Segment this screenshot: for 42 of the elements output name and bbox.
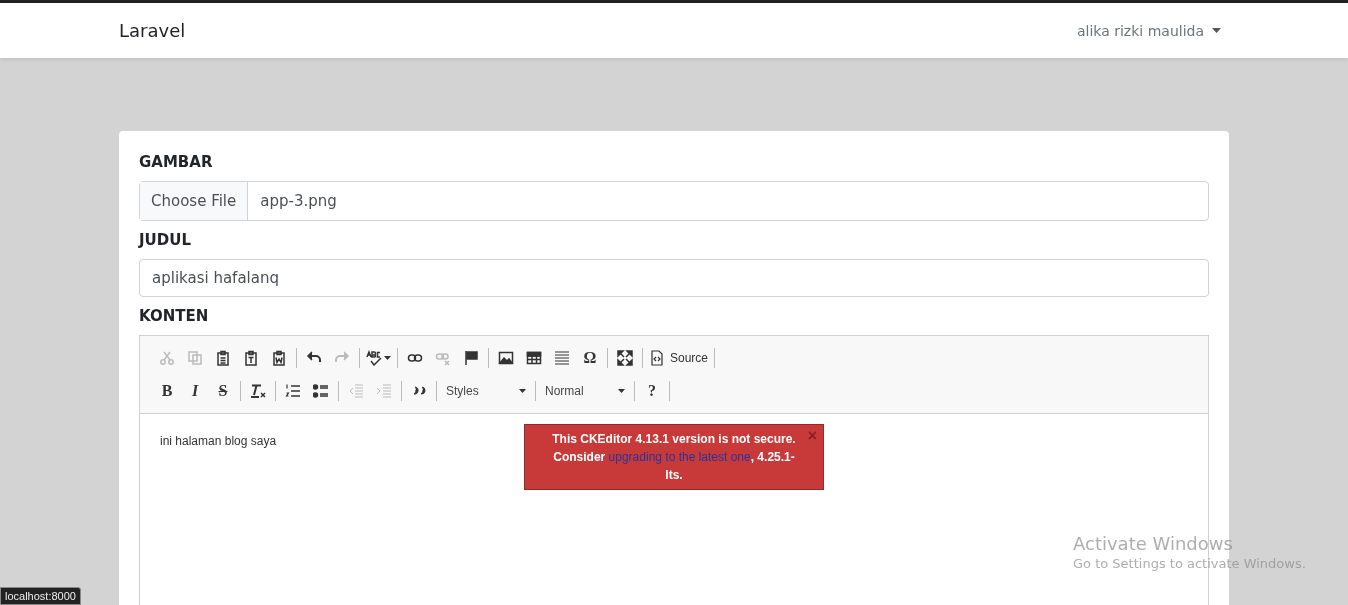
toolbar-button[interactable]: B bbox=[153, 378, 181, 403]
maximize-icon bbox=[617, 349, 633, 366]
toolbar-button[interactable]: Ω bbox=[576, 345, 604, 370]
style-dropdown[interactable]: Styles bbox=[440, 383, 532, 398]
title-input[interactable]: aplikasi hafalanq bbox=[139, 259, 1209, 297]
file-name: app-3.png bbox=[259, 191, 338, 212]
horizontal-line-icon bbox=[554, 349, 570, 366]
caret-icon bbox=[618, 388, 625, 393]
outdent-icon bbox=[348, 382, 364, 399]
table-icon bbox=[526, 349, 542, 366]
caret-icon bbox=[384, 355, 391, 360]
paste-icon bbox=[215, 349, 231, 366]
flag-icon bbox=[463, 349, 479, 366]
source-button[interactable]: Source bbox=[646, 345, 712, 370]
field-label: GAMBAR bbox=[139, 153, 214, 171]
caret-icon bbox=[519, 388, 526, 393]
indent-icon bbox=[376, 382, 392, 399]
activation-title: Activate Windows bbox=[1073, 533, 1234, 554]
toolbar-button[interactable]: ? bbox=[638, 378, 666, 403]
choose-file-button[interactable]: Choose File bbox=[140, 182, 249, 220]
paste-word-icon bbox=[271, 349, 287, 366]
spellcheck-icon bbox=[366, 349, 382, 366]
user-menu[interactable]: alika rizki maulida bbox=[1068, 22, 1229, 39]
toolbar-button[interactable]: I bbox=[181, 378, 209, 403]
brand-link[interactable]: Laravel bbox=[119, 20, 186, 41]
image-icon bbox=[498, 349, 514, 366]
bulleted-list-icon bbox=[313, 382, 329, 399]
remove-format-icon bbox=[250, 382, 266, 399]
file-input[interactable]: Choose File app-3.png bbox=[139, 181, 1209, 221]
status-url: localhost:8000 bbox=[0, 587, 81, 605]
toolbar-button[interactable]: S bbox=[209, 378, 237, 403]
field-label: JUDUL bbox=[139, 231, 192, 249]
numbered-list-icon bbox=[285, 382, 301, 399]
editor-text: ini halaman blog saya bbox=[160, 434, 277, 448]
document-icon bbox=[649, 349, 665, 366]
notification-text: This CKEditor 4.13.1 version is not secure. Consider upgrading to the latest one, 4.25.1-lts. bbox=[551, 431, 797, 484]
paste-text-icon bbox=[243, 349, 259, 366]
cut-icon bbox=[159, 349, 175, 366]
caret-icon bbox=[1212, 28, 1221, 33]
copy-icon bbox=[187, 349, 203, 366]
style-dropdown[interactable]: Normal bbox=[539, 383, 631, 398]
field-label: KONTEN bbox=[139, 307, 210, 325]
